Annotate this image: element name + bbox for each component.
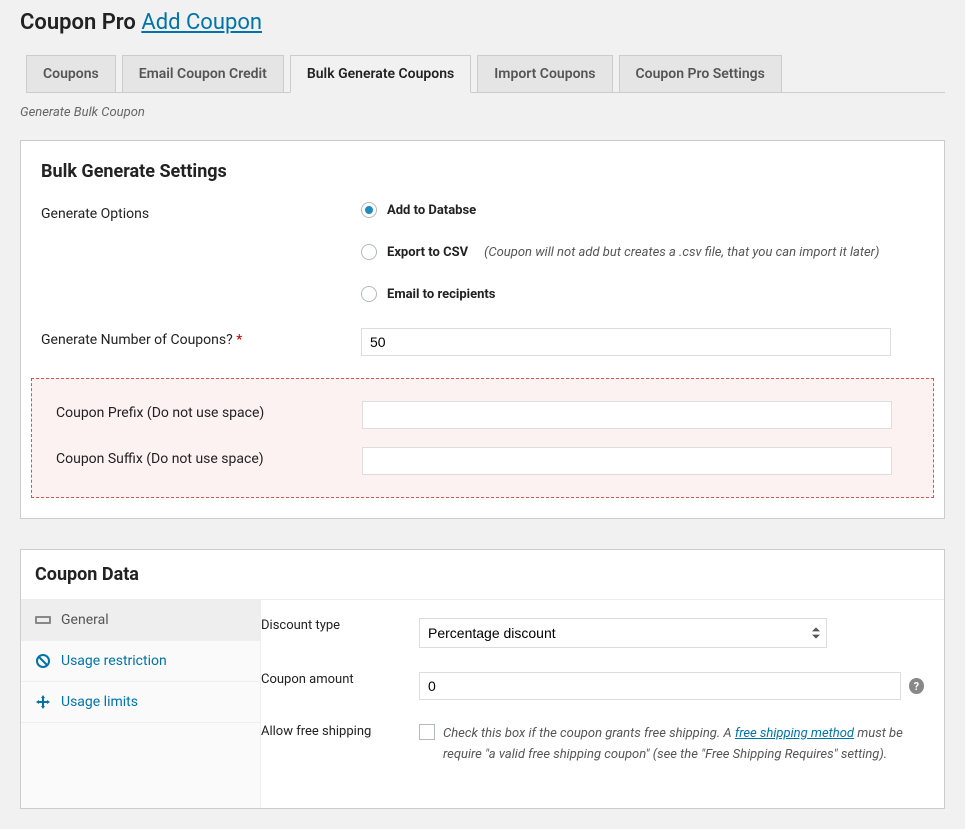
coupon-data-heading: Coupon Data	[21, 550, 944, 600]
breadcrumb: Generate Bulk Coupon	[20, 105, 945, 120]
radio-hint: (Coupon will not add but creates a .csv …	[484, 245, 879, 260]
generate-options-label: Generate Options	[41, 202, 361, 222]
side-tab-label: Usage restriction	[61, 653, 167, 669]
side-tab-label: Usage limits	[61, 694, 138, 710]
side-tab-general[interactable]: General	[21, 600, 260, 641]
ban-icon	[35, 653, 51, 669]
prefix-suffix-box: Coupon Prefix (Do not use space) Coupon …	[31, 378, 934, 498]
tab-email-credit[interactable]: Email Coupon Credit	[122, 55, 284, 93]
radio-icon	[361, 286, 377, 302]
tab-bulk-generate[interactable]: Bulk Generate Coupons	[290, 55, 471, 93]
page-title-text: Coupon Pro	[20, 10, 136, 35]
radio-icon	[361, 244, 377, 260]
radio-label: Add to Databse	[387, 203, 476, 218]
coupon-data-content: Discount type Percentage discount Coupon…	[261, 600, 944, 808]
num-coupons-label: Generate Number of Coupons? *	[41, 328, 361, 348]
suffix-input[interactable]	[362, 447, 892, 475]
prefix-input[interactable]	[362, 401, 892, 429]
radio-icon	[361, 202, 377, 218]
num-coupons-input[interactable]	[361, 328, 891, 356]
discount-type-select[interactable]: Percentage discount	[419, 618, 827, 648]
radio-add-to-database[interactable]: Add to Databse	[361, 202, 924, 218]
radio-export-csv[interactable]: Export to CSV (Coupon will not add but c…	[361, 244, 924, 260]
bulk-heading: Bulk Generate Settings	[41, 161, 924, 182]
help-icon[interactable]: ?	[909, 678, 924, 694]
tab-coupons[interactable]: Coupons	[26, 55, 116, 93]
ticket-icon	[35, 612, 51, 628]
side-tab-usage-limits[interactable]: Usage limits	[21, 682, 260, 723]
side-tab-usage-restriction[interactable]: Usage restriction	[21, 641, 260, 682]
radio-label: Email to recipients	[387, 287, 495, 302]
main-tabs: Coupons Email Coupon Credit Bulk Generat…	[26, 55, 945, 93]
coupon-side-tabs: General Usage restriction Usage limits	[21, 600, 261, 808]
prefix-label: Coupon Prefix (Do not use space)	[52, 401, 362, 421]
tab-settings[interactable]: Coupon Pro Settings	[619, 55, 782, 93]
suffix-label: Coupon Suffix (Do not use space)	[52, 447, 362, 467]
free-shipping-description: Check this box if the coupon grants free…	[443, 724, 924, 766]
page-title: Coupon Pro Add Coupon	[20, 10, 945, 35]
coupon-data-panel: Coupon Data General Usage restriction Us…	[20, 549, 945, 809]
move-icon	[35, 694, 51, 710]
discount-type-label: Discount type	[261, 618, 419, 633]
add-coupon-link[interactable]: Add Coupon	[141, 10, 262, 35]
bulk-settings-panel: Bulk Generate Settings Generate Options …	[20, 140, 945, 519]
radio-email-recipients[interactable]: Email to recipients	[361, 286, 924, 302]
free-shipping-label: Allow free shipping	[261, 724, 419, 739]
side-tab-label: General	[61, 612, 109, 628]
free-shipping-method-link[interactable]: free shipping method	[735, 726, 854, 741]
tab-import[interactable]: Import Coupons	[477, 55, 612, 93]
coupon-amount-label: Coupon amount	[261, 672, 419, 687]
free-shipping-checkbox[interactable]	[419, 724, 435, 740]
coupon-amount-input[interactable]	[419, 672, 901, 700]
radio-label: Export to CSV	[387, 245, 468, 260]
